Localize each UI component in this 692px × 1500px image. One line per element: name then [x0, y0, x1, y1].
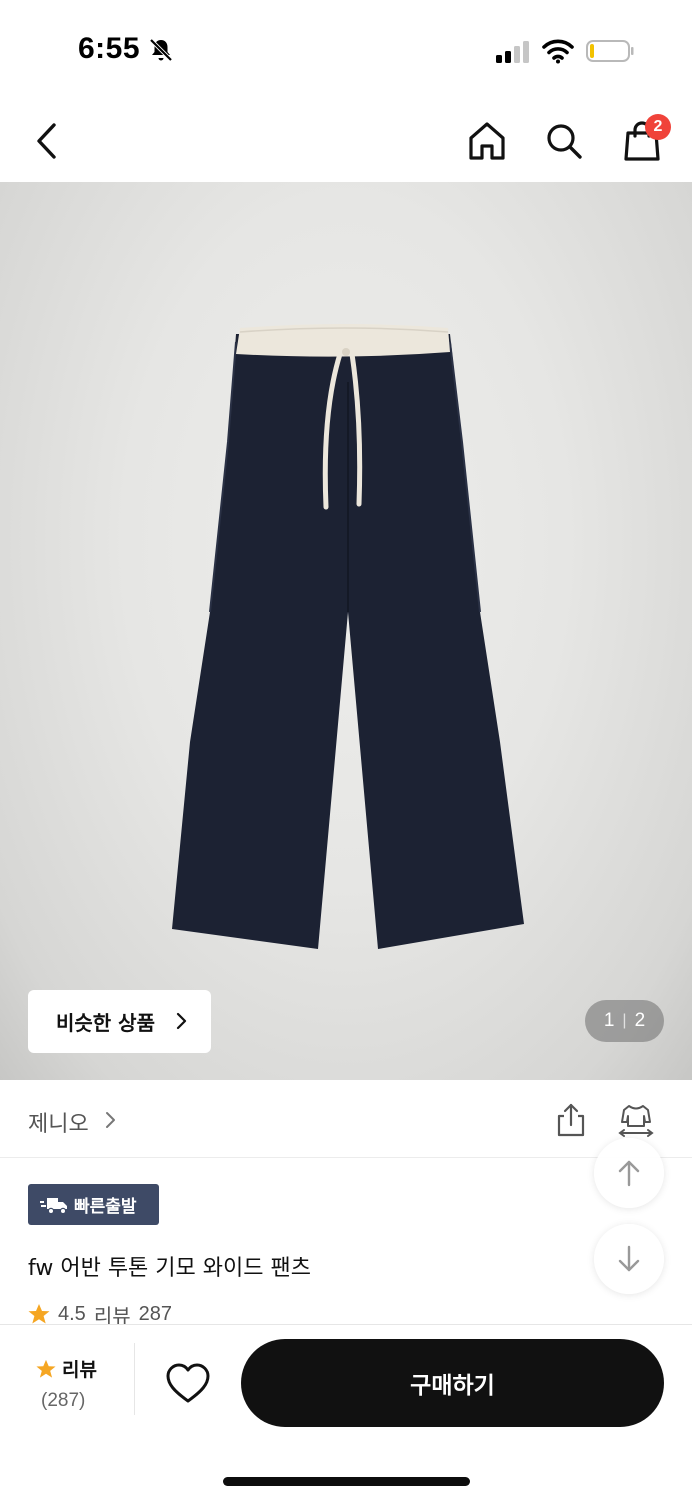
rating-review-count: 287: [138, 1304, 172, 1324]
delivery-truck-icon: [40, 1197, 67, 1214]
review-label: 리뷰: [62, 1359, 97, 1381]
chevron-right-icon[interactable]: [104, 1111, 116, 1129]
fast-shipping-badge: 빠른출발: [28, 1184, 159, 1225]
arrow-up-icon: [618, 1160, 640, 1187]
star-icon: [36, 1359, 56, 1378]
product-title: fw 어반 투톤 기모 와이드 팬츠: [28, 1256, 311, 1281]
star-icon: [28, 1304, 50, 1324]
total-pages: 2: [634, 1010, 646, 1031]
back-button[interactable]: [26, 118, 72, 164]
chevron-right-icon: [176, 1012, 187, 1030]
home-icon: [469, 122, 505, 160]
nav-bar: [0, 100, 692, 182]
similar-products-button[interactable]: 비슷한 상품: [28, 990, 211, 1053]
image-page-indicator: 1 | 2: [585, 1000, 664, 1042]
status-time: 6:55: [78, 32, 141, 65]
bell-off-icon: [149, 38, 173, 62]
arrow-down-icon: [618, 1245, 640, 1272]
home-button[interactable]: [464, 118, 510, 164]
size-fit-icon[interactable]: [616, 1102, 656, 1138]
product-photo-pants: [172, 324, 524, 949]
home-indicator[interactable]: [223, 1477, 470, 1486]
search-icon: [547, 124, 582, 159]
rating-review-label: 리뷰: [93, 1305, 131, 1325]
review-count: (287): [41, 1390, 86, 1411]
scroll-to-bottom-button[interactable]: [594, 1224, 664, 1294]
review-summary-top: 리뷰: [28, 1355, 108, 1382]
current-page: 1: [603, 1010, 615, 1031]
page-separator: |: [622, 1012, 627, 1029]
status-bar: 6:55: [0, 0, 692, 100]
battery-icon: [586, 40, 634, 62]
cart-count-badge: 2: [645, 114, 671, 140]
heart-icon[interactable]: [164, 1361, 212, 1405]
brand-name-link[interactable]: 제니오: [28, 1106, 89, 1138]
similar-products-label: 비슷한 상품: [56, 1011, 155, 1035]
back-icon: [37, 123, 56, 159]
product-image-gallery[interactable]: 비슷한 상품 1 | 2: [0, 182, 692, 1080]
fast-shipping-label: 빠른출발: [74, 1197, 137, 1217]
brand-row: 제니오: [0, 1082, 692, 1158]
scroll-to-top-button[interactable]: [594, 1138, 664, 1208]
divider: [134, 1343, 135, 1415]
buy-button[interactable]: 구매하기: [241, 1339, 664, 1427]
bottom-action-bar: 리뷰 (287) 구매하기: [0, 1324, 692, 1500]
signal-icon: [496, 41, 529, 63]
wifi-icon: [542, 39, 574, 64]
review-summary-button[interactable]: 리뷰 (287): [28, 1355, 108, 1415]
rating-value: 4.5: [58, 1304, 86, 1324]
rating-row[interactable]: 4.5 리뷰 287: [28, 1304, 172, 1324]
share-icon[interactable]: [552, 1102, 590, 1138]
search-button[interactable]: [541, 118, 587, 164]
